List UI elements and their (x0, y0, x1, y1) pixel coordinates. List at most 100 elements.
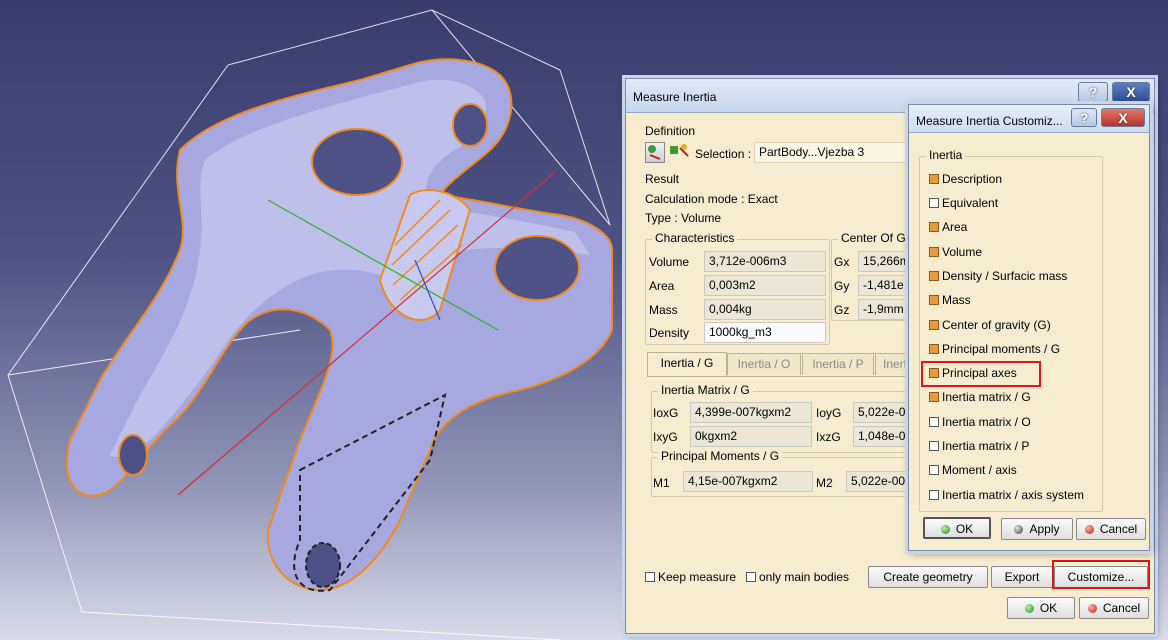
option-inertia-matrix-g[interactable]: Inertia matrix / G (929, 390, 1031, 404)
option-checkbox[interactable] (929, 320, 939, 330)
option-label: Mass (942, 293, 971, 307)
ixyg-label: IxyG (653, 430, 678, 444)
apply-button[interactable]: Apply (1001, 518, 1073, 540)
inertia-options-title: Inertia (926, 148, 966, 162)
selection-field[interactable]: PartBody...Vjezba 3 (754, 142, 914, 163)
option-label: Density / Surfacic mass (942, 269, 1068, 283)
only-main-bodies-label: only main bodies (759, 570, 850, 584)
inertia-matrix-title: Inertia Matrix / G (658, 383, 753, 397)
option-inertia-matrix-o[interactable]: Inertia matrix / O (929, 415, 1031, 429)
m1-value: 4,15e-007kgxm2 (683, 471, 813, 492)
option-checkbox[interactable] (929, 490, 939, 500)
ioxg-label: IoxG (653, 406, 679, 420)
keep-measure-box[interactable] (645, 572, 655, 582)
option-principal-moments[interactable]: Principal moments / G (929, 342, 1060, 356)
ok-button[interactable]: OK (1007, 597, 1075, 619)
selection-options-icon[interactable] (668, 142, 690, 163)
option-center-of-gravity[interactable]: Center of gravity (G) (929, 318, 1051, 332)
cancel-button[interactable]: Cancel (1079, 597, 1149, 619)
option-checkbox[interactable] (929, 392, 939, 402)
area-value: 0,003m2 (704, 275, 826, 296)
ioxg-value: 4,399e-007kgxm2 (690, 402, 812, 423)
option-equivalent[interactable]: Equivalent (929, 196, 998, 210)
option-checkbox[interactable] (929, 222, 939, 232)
create-geometry-button[interactable]: Create geometry (868, 566, 988, 588)
result-label: Result (645, 172, 680, 186)
mass-label: Mass (649, 303, 678, 317)
help-button[interactable]: ? (1078, 82, 1108, 102)
option-label: Inertia matrix / O (942, 415, 1031, 429)
area-label: Area (649, 279, 675, 293)
ok-label: OK (1039, 601, 1058, 615)
option-checkbox[interactable] (929, 198, 939, 208)
customize-help-button[interactable]: ? (1071, 108, 1097, 127)
close-button[interactable]: X (1112, 82, 1150, 102)
density-label: Density (649, 326, 690, 340)
apply-label: Apply (1029, 522, 1060, 536)
ixyg-value: 0kgxm2 (690, 426, 812, 447)
keep-measure-checkbox[interactable]: Keep measure (645, 570, 736, 584)
volume-label: Volume (649, 255, 690, 269)
keep-measure-label: Keep measure (658, 570, 737, 584)
customize-highlight (1052, 560, 1150, 589)
hole-large-top (311, 128, 403, 196)
ioyg-label: IoyG (816, 406, 842, 420)
selection-label: Selection : (695, 147, 752, 161)
hole-left-end (118, 434, 148, 476)
option-density[interactable]: Density / Surfacic mass (929, 269, 1067, 283)
option-inertia-matrix-p[interactable]: Inertia matrix / P (929, 439, 1029, 453)
option-checkbox[interactable] (929, 247, 939, 257)
ixzg-value: 1,048e-0 (853, 426, 913, 447)
cancel-label: Cancel (1099, 522, 1138, 536)
option-inertia-matrix-axis-system[interactable]: Inertia matrix / axis system (929, 488, 1084, 502)
customize-title: Measure Inertia Customiz... (916, 114, 1063, 128)
option-moment-axis[interactable]: Moment / axis (929, 463, 1017, 477)
option-checkbox[interactable] (929, 465, 939, 475)
option-area[interactable]: Area (929, 220, 967, 234)
option-label: Inertia matrix / P (942, 439, 1030, 453)
cancel-icon (1084, 525, 1094, 534)
only-main-bodies-box[interactable] (746, 572, 756, 582)
option-checkbox[interactable] (929, 417, 939, 427)
option-volume[interactable]: Volume (929, 245, 982, 259)
option-checkbox[interactable] (929, 295, 939, 305)
tab-inertia-g[interactable]: Inertia / G (647, 352, 727, 376)
principal-axes-highlight (921, 361, 1041, 387)
gy-label: Gy (834, 279, 850, 293)
characteristics-title: Characteristics (652, 231, 738, 245)
ok-icon (940, 525, 950, 534)
customize-ok-button[interactable]: OK (923, 517, 991, 539)
customize-close-button[interactable]: X (1101, 108, 1145, 127)
tab-inertia-p[interactable]: Inertia / P (802, 353, 874, 375)
result-type: Type : Volume (645, 211, 722, 225)
selection-mode-icon[interactable] (645, 142, 665, 163)
export-button[interactable]: Export (991, 566, 1053, 588)
option-label: Equivalent (942, 196, 999, 210)
definition-label: Definition (645, 124, 696, 138)
option-label: Moment / axis (942, 463, 1017, 477)
m1-label: M1 (653, 476, 670, 490)
only-main-bodies-checkbox[interactable]: only main bodies (746, 570, 849, 584)
option-checkbox[interactable] (929, 174, 939, 184)
option-label: Principal moments / G (942, 342, 1061, 356)
m2-label: M2 (816, 476, 833, 490)
option-checkbox[interactable] (929, 271, 939, 281)
option-label: Center of gravity (G) (942, 318, 1051, 332)
customize-dialog: Measure Inertia Customiz... ? X Inertia … (908, 104, 1150, 551)
mass-value: 0,004kg (704, 299, 826, 320)
density-input[interactable]: 1000kg_m3 (704, 322, 826, 343)
option-checkbox[interactable] (929, 344, 939, 354)
principal-moments-title: Principal Moments / G (658, 449, 783, 463)
tab-inertia-o[interactable]: Inertia / O (727, 353, 801, 375)
gz-label: Gz (834, 303, 850, 317)
cancel-label: Cancel (1102, 601, 1141, 615)
apply-icon (1014, 525, 1024, 534)
option-description[interactable]: Description (929, 172, 1002, 186)
customize-cancel-button[interactable]: Cancel (1076, 518, 1146, 540)
option-mass[interactable]: Mass (929, 293, 971, 307)
ioyg-value: 5,022e-0 (853, 402, 913, 423)
option-label: Area (942, 220, 968, 234)
customize-title-bar[interactable]: Measure Inertia Customiz... ? X (909, 105, 1149, 133)
gx-label: Gx (834, 255, 850, 269)
option-checkbox[interactable] (929, 441, 939, 451)
